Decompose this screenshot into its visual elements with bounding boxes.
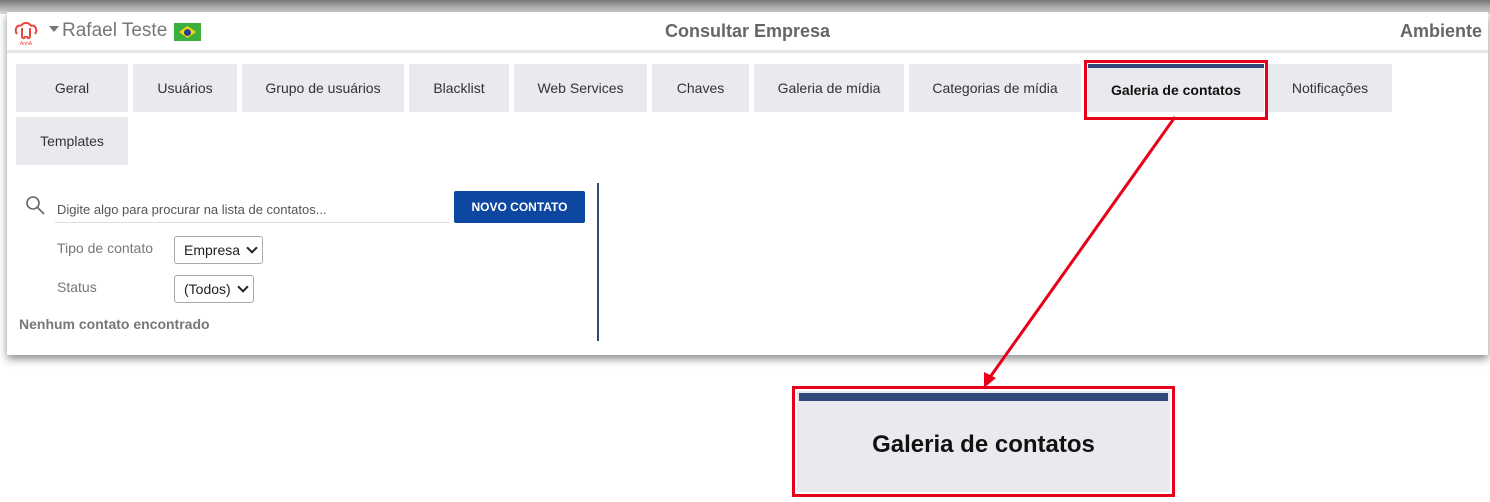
callout-zoomed-tab: Galeria de contatos	[797, 391, 1170, 492]
callout-arrow	[984, 116, 1177, 388]
active-tab-indicator	[799, 393, 1168, 401]
callout-label: Galeria de contatos	[872, 431, 1095, 458]
